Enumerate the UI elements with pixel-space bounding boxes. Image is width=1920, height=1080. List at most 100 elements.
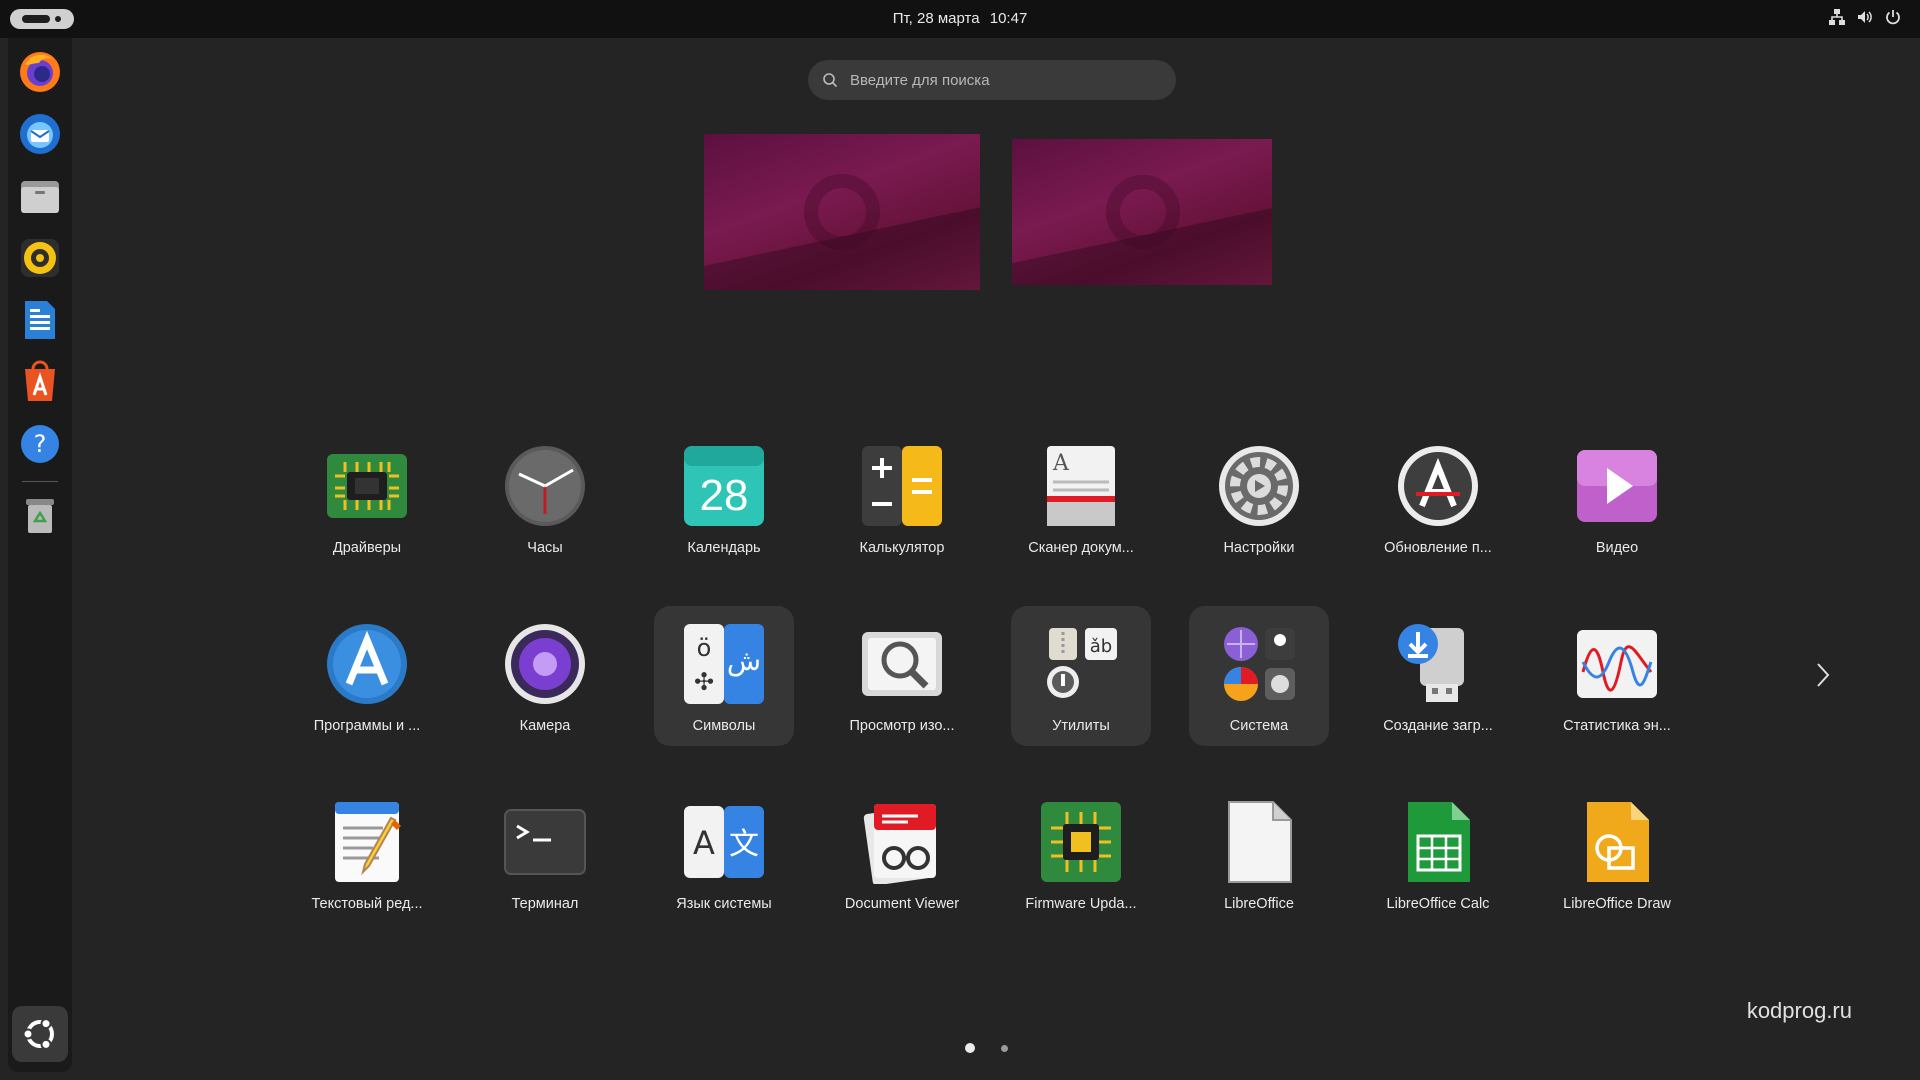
next-page-arrow-icon[interactable]	[1810, 660, 1834, 690]
top-bar: Пт, 28 марта 10:47	[0, 0, 1920, 38]
rhythmbox-icon[interactable]	[16, 234, 64, 282]
app-language-support[interactable]: A文 Язык системы	[654, 784, 794, 924]
app-libreoffice-draw[interactable]: LibreOffice Draw	[1547, 784, 1687, 924]
workspace-thumbnail-1[interactable]	[704, 134, 980, 290]
app-clocks[interactable]: Часы	[475, 428, 615, 568]
software-updater-icon	[1396, 444, 1480, 528]
app-label: Видео	[1595, 540, 1639, 556]
firmware-chip-icon	[1039, 800, 1123, 884]
trash-icon[interactable]	[16, 490, 64, 538]
app-characters[interactable]: ö ✣ ش Символы	[654, 606, 794, 746]
dock-separator	[22, 481, 58, 482]
svg-text:A: A	[693, 824, 715, 862]
app-label: Настройки	[1223, 540, 1295, 556]
firefox-icon[interactable]	[16, 48, 64, 96]
app-software[interactable]: Программы и ...	[297, 606, 437, 746]
video-play-icon	[1575, 444, 1659, 528]
app-software-updater[interactable]: Обновление п...	[1368, 428, 1508, 568]
show-applications-button[interactable]	[12, 1006, 68, 1062]
app-label: LibreOffice Draw	[1563, 896, 1671, 912]
calculator-icon	[860, 444, 944, 528]
svg-text:?: ?	[34, 430, 47, 458]
app-label: Язык системы	[676, 896, 772, 912]
app-document-viewer[interactable]: Document Viewer	[832, 784, 972, 924]
app-label: Программы и ...	[313, 718, 421, 734]
app-label: Создание загр...	[1383, 718, 1493, 734]
page-dot[interactable]	[1001, 1044, 1008, 1052]
app-drivers[interactable]: Драйверы	[297, 428, 437, 568]
app-label: Система	[1229, 718, 1289, 734]
gear-icon	[1217, 444, 1301, 528]
app-label: Калькулятор	[859, 540, 945, 556]
app-firmware-updater[interactable]: Firmware Upda...	[1011, 784, 1151, 924]
page-dot-active[interactable]	[965, 1043, 975, 1053]
libreoffice-icon	[1217, 800, 1301, 884]
characters-icon: ö ✣ ش	[682, 622, 766, 706]
image-viewer-icon	[860, 622, 944, 706]
app-label: LibreOffice Calc	[1386, 896, 1490, 912]
utilities-folder-icon: ǎb	[1039, 622, 1123, 706]
files-icon[interactable]	[16, 172, 64, 220]
terminal-icon	[503, 800, 587, 884]
folder-utilities[interactable]: ǎb Утилиты	[1011, 606, 1151, 746]
app-libreoffice-calc[interactable]: LibreOffice Calc	[1368, 784, 1508, 924]
app-store-icon	[325, 622, 409, 706]
app-label: Сканер докум...	[1028, 540, 1134, 556]
ubuntu-logo-icon	[22, 1018, 54, 1050]
clock[interactable]: Пт, 28 марта 10:47	[0, 10, 1920, 27]
app-label: Document Viewer	[844, 896, 960, 912]
help-icon[interactable]: ?	[16, 420, 64, 468]
language-icon: A文	[682, 800, 766, 884]
search-bar[interactable]	[808, 60, 1176, 100]
app-calendar[interactable]: 28 Календарь	[654, 428, 794, 568]
app-label: Символы	[692, 718, 756, 734]
page-indicator	[965, 1043, 1008, 1053]
watermark: kodprog.ru	[1746, 998, 1852, 1023]
system-folder-icon	[1217, 622, 1301, 706]
app-camera[interactable]: Камера	[475, 606, 615, 746]
power-icon[interactable]	[1884, 8, 1902, 26]
app-label: Обновление п...	[1384, 540, 1492, 556]
camera-icon	[503, 622, 587, 706]
network-icon[interactable]	[1828, 8, 1846, 26]
svg-text:文: 文	[729, 827, 759, 862]
app-text-editor[interactable]: Текстовый ред...	[297, 784, 437, 924]
app-label: Часы	[527, 540, 563, 556]
app-startup-disk-creator[interactable]: Создание загр...	[1368, 606, 1508, 746]
drivers-icon	[325, 444, 409, 528]
document-viewer-icon	[860, 800, 944, 884]
app-libreoffice[interactable]: LibreOffice	[1189, 784, 1329, 924]
app-label: Статистика эн...	[1563, 718, 1671, 734]
app-videos[interactable]: Видео	[1547, 428, 1687, 568]
workspace-thumbnail-2[interactable]	[1012, 139, 1272, 285]
app-label: LibreOffice	[1224, 896, 1294, 912]
text-editor-icon	[325, 800, 409, 884]
dock: ?	[8, 38, 72, 1072]
volume-icon[interactable]	[1856, 8, 1874, 26]
app-label: Терминал	[511, 896, 579, 912]
app-center-icon[interactable]	[16, 358, 64, 406]
wallpaper-logo	[1106, 175, 1180, 249]
app-label: Firmware Upda...	[1025, 896, 1137, 912]
app-label: Утилиты	[1052, 718, 1110, 734]
folder-system[interactable]: Система	[1189, 606, 1329, 746]
app-power-statistics[interactable]: Статистика эн...	[1547, 606, 1687, 746]
app-document-scanner[interactable]: A Сканер докум...	[1011, 428, 1151, 568]
system-tray[interactable]	[1828, 8, 1902, 26]
thunderbird-icon[interactable]	[16, 110, 64, 158]
power-statistics-icon	[1575, 622, 1659, 706]
app-image-viewer[interactable]: Просмотр изо...	[832, 606, 972, 746]
app-calculator[interactable]: Калькулятор	[832, 428, 972, 568]
calendar-icon: 28	[682, 444, 766, 528]
app-settings[interactable]: Настройки	[1189, 428, 1329, 568]
svg-text:ǎb: ǎb	[1090, 636, 1112, 657]
svg-text:ö: ö	[697, 634, 712, 662]
app-label: Драйверы	[332, 540, 402, 556]
app-terminal[interactable]: Терминал	[475, 784, 615, 924]
app-label: Просмотр изо...	[849, 718, 955, 734]
libreoffice-writer-icon[interactable]	[16, 296, 64, 344]
search-icon	[823, 73, 838, 88]
document-scanner-icon: A	[1039, 444, 1123, 528]
libreoffice-draw-icon	[1575, 800, 1659, 884]
search-input[interactable]	[848, 70, 1152, 90]
